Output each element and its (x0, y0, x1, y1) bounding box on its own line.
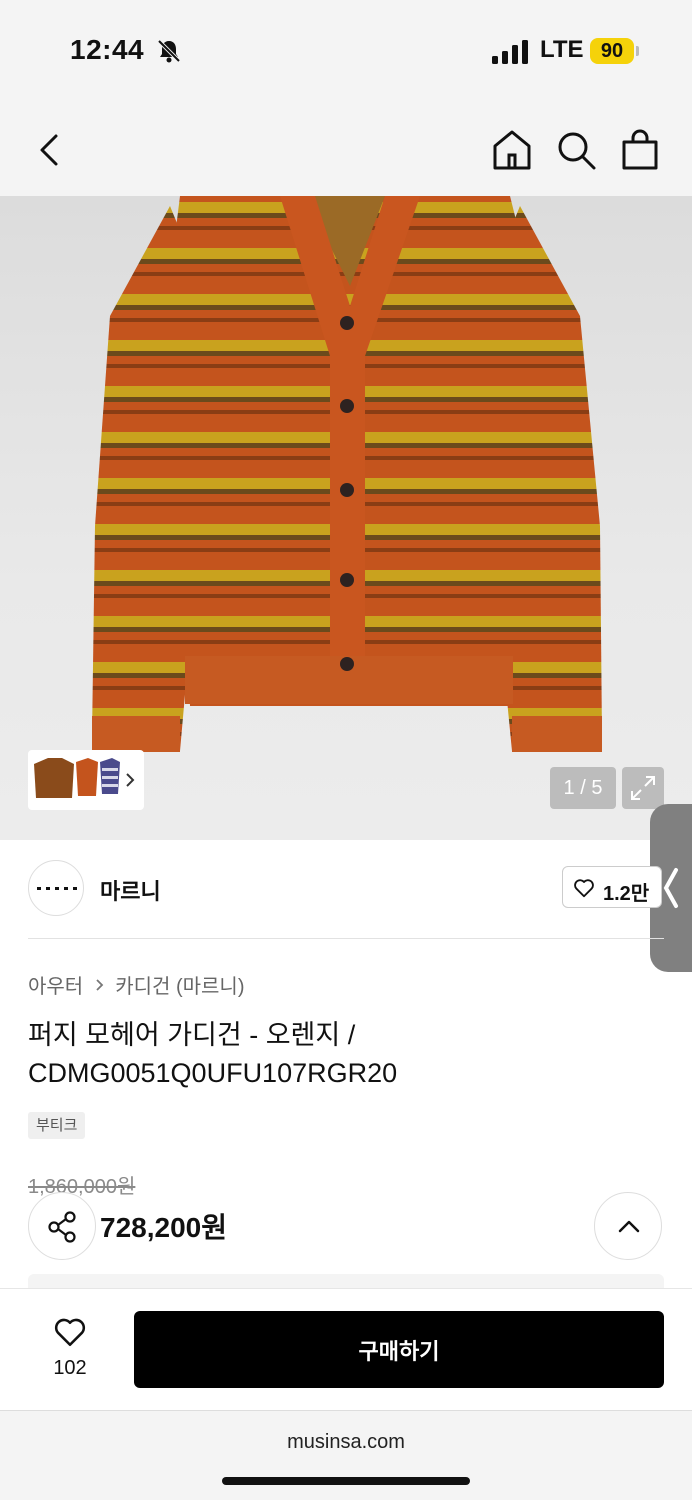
thumbnail-strip[interactable] (28, 750, 144, 810)
share-button[interactable] (28, 1192, 96, 1260)
battery-level: 90 (590, 38, 634, 64)
expand-button[interactable] (622, 767, 664, 809)
heart-icon (54, 1318, 86, 1347)
wishlist-count: 102 (53, 1357, 87, 1379)
url-text[interactable]: musinsa.com (0, 1431, 692, 1454)
battery-tip (636, 46, 639, 56)
breadcrumb-outerwear[interactable]: 아우터 (28, 970, 83, 999)
status-bar: 12:44 LTE 90 (0, 0, 692, 100)
top-nav (0, 100, 692, 196)
brand-name[interactable]: 마르니 (100, 874, 161, 906)
share-icon (48, 1211, 76, 1243)
expand-icon (631, 776, 655, 800)
breadcrumb: 아우터 카디건 (마르니) (28, 970, 244, 999)
buy-button[interactable]: 구매하기 (134, 1311, 664, 1388)
boutique-tag: 부티크 (28, 1112, 86, 1139)
brand-like-button[interactable]: 1.2만 (562, 866, 662, 908)
scroll-to-top-button[interactable] (594, 1192, 662, 1260)
chevron-right-icon (96, 978, 104, 991)
chevron-up-icon (618, 1220, 640, 1233)
divider (28, 938, 664, 939)
browser-url-bar[interactable]: musinsa.com (0, 1410, 692, 1500)
product-image-gallery[interactable]: 1 / 5 (0, 196, 692, 840)
back-icon[interactable] (28, 128, 72, 172)
signal-icon (492, 40, 528, 64)
buy-bar: 102 구매하기 (0, 1288, 692, 1410)
sale-price: 728,200원 (100, 1212, 227, 1243)
product-image[interactable] (0, 196, 692, 840)
shopping-bag-icon[interactable] (618, 128, 662, 172)
breadcrumb-cardigan[interactable]: 카디건 (마르니) (115, 970, 244, 999)
search-icon[interactable] (554, 128, 598, 172)
status-time: 12:44 (70, 34, 145, 65)
home-icon[interactable] (490, 128, 534, 172)
heart-icon (574, 879, 594, 898)
brand-logo[interactable] (28, 860, 84, 916)
chevron-left-icon (663, 868, 678, 908)
bell-slash-icon (157, 39, 181, 63)
product-title: 퍼지 모헤어 가디건 - 오렌지 / CDMG0051Q0UFU107RGR20 (28, 1020, 398, 1088)
network-type: LTE (540, 36, 584, 63)
chevron-right-icon (126, 773, 135, 787)
image-counter: 1 / 5 (550, 767, 616, 809)
wishlist-button[interactable]: 102 (34, 1315, 106, 1385)
home-indicator[interactable] (222, 1477, 470, 1485)
brand-like-count: 1.2만 (603, 883, 650, 905)
original-price: 1,860,000원 (28, 1176, 136, 1198)
